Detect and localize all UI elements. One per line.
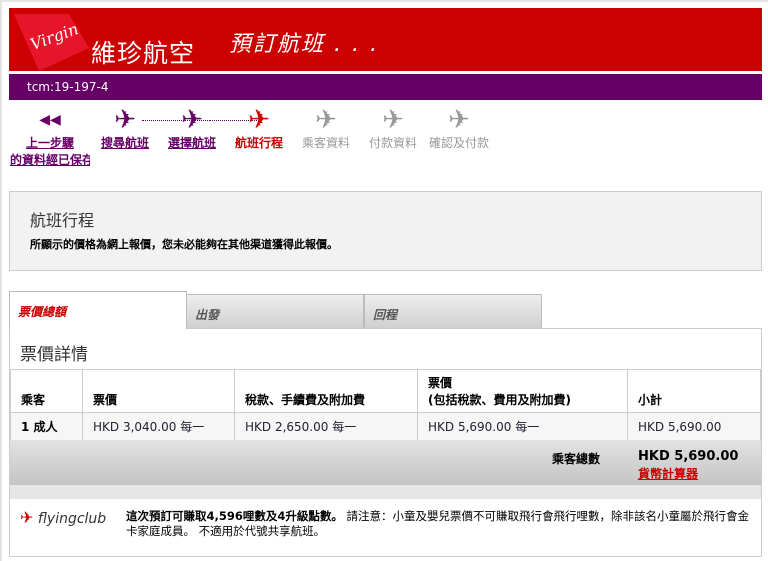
step-search[interactable]: ✈ 搜尋航班 xyxy=(94,106,156,151)
double-chevron-left-icon: ◀◀ xyxy=(10,106,90,134)
virgin-logo: Virgin xyxy=(9,8,89,71)
col-fare-incl: 票價 (包括稅款、費用及附加費) xyxy=(418,370,628,413)
divider xyxy=(10,485,761,499)
plane-icon: ✈ xyxy=(426,106,492,134)
col-passenger: 乘客 xyxy=(11,370,83,413)
brand-name: 維珍航空 xyxy=(91,34,195,70)
section-heading: 航班行程 xyxy=(30,207,94,231)
step-label: 確認及付款 xyxy=(429,136,489,150)
tab-fare-total[interactable]: 票價總額 xyxy=(9,291,187,329)
step-confirm: ✈ 確認及付款 xyxy=(426,106,492,151)
step-passenger: ✈ 乘客資料 xyxy=(295,106,357,151)
total-value: HKD 5,690.00 xyxy=(638,449,738,464)
cell-fare-incl: HKD 5,690.00 每一 xyxy=(418,413,628,441)
fare-details-title: 票價詳情 xyxy=(20,340,88,365)
currency-calculator-link[interactable]: 貨幣計算器 xyxy=(638,465,698,482)
back-link-note[interactable]: 的資料經已保存 xyxy=(10,151,90,168)
step-select[interactable]: ✈ 選擇航班 xyxy=(161,106,223,151)
step-label: 乘客資料 xyxy=(302,136,350,150)
total-label: 乘客總數 xyxy=(552,450,600,467)
table-row: 1 成人 HKD 3,040.00 每一 HKD 2,650.00 每一 HKD… xyxy=(11,413,761,441)
back-step[interactable]: ◀◀ 上一步驟 的資料經已保存 xyxy=(10,106,90,171)
cell-subtotal: HKD 5,690.00 xyxy=(628,413,761,441)
step-label[interactable]: 搜尋航班 xyxy=(101,136,149,150)
step-label: 付款資料 xyxy=(369,136,417,150)
price-note: 所顯示的價格為網上報價，您未必能夠在其他渠道獲得此報價。 xyxy=(30,236,338,252)
flyingclub-logo-text: flyingclub xyxy=(38,511,106,527)
plane-icon: ✈ xyxy=(362,106,424,134)
col-subtotal: 小計 xyxy=(628,370,761,413)
step-payment: ✈ 付款資料 xyxy=(362,106,424,151)
col-taxes: 稅款、手續費及附加費 xyxy=(235,370,418,413)
itinerary-info: 航班行程 所顯示的價格為網上報價，您未必能夠在其他渠道獲得此報價。 xyxy=(9,191,762,271)
plane-icon: ✈ xyxy=(161,106,223,134)
tab-return[interactable]: 回程 xyxy=(364,294,542,329)
flyingclub-logo: ✈ flyingclub xyxy=(20,508,106,527)
col-fare: 票價 xyxy=(83,370,235,413)
miles-earned: 這次預訂可賺取4,596哩數及4升級點數。 xyxy=(126,509,343,523)
tab-outbound[interactable]: 出發 xyxy=(186,294,364,329)
cell-fare: HKD 3,040.00 每一 xyxy=(83,413,235,441)
fare-table: 乘客 票價 稅款、手續費及附加費 票價 (包括稅款、費用及附加費) 小計 1 成… xyxy=(10,369,761,441)
cell-passenger: 1 成人 xyxy=(11,413,83,441)
page-banner-title: 預訂航班 . . . xyxy=(229,26,379,58)
table-header: 乘客 票價 稅款、手續費及附加費 票價 (包括稅款、費用及附加費) 小計 xyxy=(11,370,761,413)
step-itinerary: ✈ 航班行程 xyxy=(228,106,290,151)
step-label: 航班行程 xyxy=(235,136,283,150)
cell-taxes: HKD 2,650.00 每一 xyxy=(235,413,418,441)
plane-icon: ✈ xyxy=(228,106,290,134)
plane-icon: ✈ xyxy=(295,106,357,134)
step-label[interactable]: 選擇航班 xyxy=(168,136,216,150)
plane-icon: ✈ xyxy=(94,106,156,134)
header-banner: Virgin 維珍航空 預訂航班 . . . xyxy=(9,8,762,71)
code-bar: tcm:19-197-4 xyxy=(9,74,762,100)
back-link[interactable]: 上一步驟 xyxy=(26,136,74,150)
flyingclub-note: 這次預訂可賺取4,596哩數及4升級點數。 請注意：小童及嬰兒票價不可賺取飛行會… xyxy=(126,509,756,539)
